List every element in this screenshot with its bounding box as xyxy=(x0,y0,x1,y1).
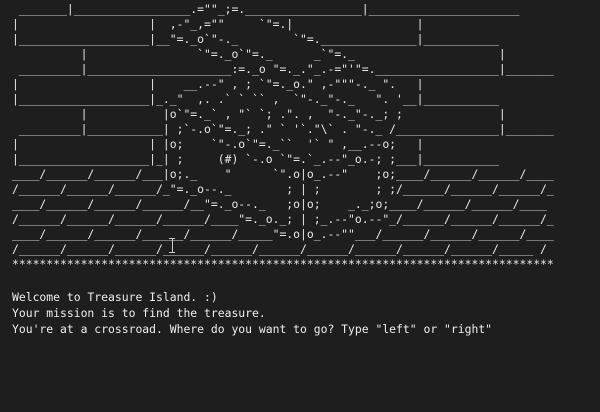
art-line: _________|___________| ;`-.o`"=._; ." ` … xyxy=(12,122,554,136)
art-line: /______/______/______/_"=._o--._ ; | ; ;… xyxy=(12,182,554,196)
art-line: | | |o; `"-.o`"=._`` '` " ,__.--o; | xyxy=(12,137,424,151)
text-cursor-icon xyxy=(169,238,175,253)
crossroad-prompt: You're at a crossroad. Where do you want… xyxy=(12,322,493,336)
art-line: ____/______/______/______/______/_____"=… xyxy=(12,227,554,241)
separator-stars: ****************************************… xyxy=(12,257,554,271)
art-line: | |o`"=._` , "` `; .". , "-._"-._; ; | xyxy=(12,107,506,121)
mission-message: Your mission is to find the treasure. xyxy=(12,306,266,320)
art-line: |___________________|_| ; (#) `-.o `"=.`… xyxy=(12,152,499,166)
output-messages: Welcome to Treasure Island. :) Your miss… xyxy=(12,290,600,338)
treasure-ascii-art: _______|_________________.=""_;=._______… xyxy=(12,2,600,272)
welcome-message: Welcome to Treasure Island. :) xyxy=(12,290,218,304)
art-line: ____/______/______/___|o;._ " `".o|o_.--… xyxy=(12,167,554,181)
art-line: /______/______/______/______/____"=._o._… xyxy=(12,212,554,226)
art-line: /______/______/______/______/______/____… xyxy=(12,242,547,256)
art-line: | | __.--" , ; `"=._o." ,-"""-._ ". | xyxy=(12,77,424,91)
art-line: |___________________|_._" ,. .` ` `` , `… xyxy=(12,92,499,106)
art-line: _______|_________________.=""_;=._______… xyxy=(12,2,520,16)
art-line: |___________________|__"=._o`"-._ `"=.__… xyxy=(12,32,499,46)
art-line: ____/______/______/______/__"=._o--._ ;o… xyxy=(12,197,547,211)
art-line: | | ,-"_,="" `"=.| | xyxy=(12,17,424,31)
art-line: | `"=._o`"=._ _`"=._ | xyxy=(12,47,506,61)
terminal-window[interactable]: _______|_________________.=""_;=._______… xyxy=(0,0,600,412)
art-line: _________|_____________________:=._o "=.… xyxy=(12,62,554,76)
